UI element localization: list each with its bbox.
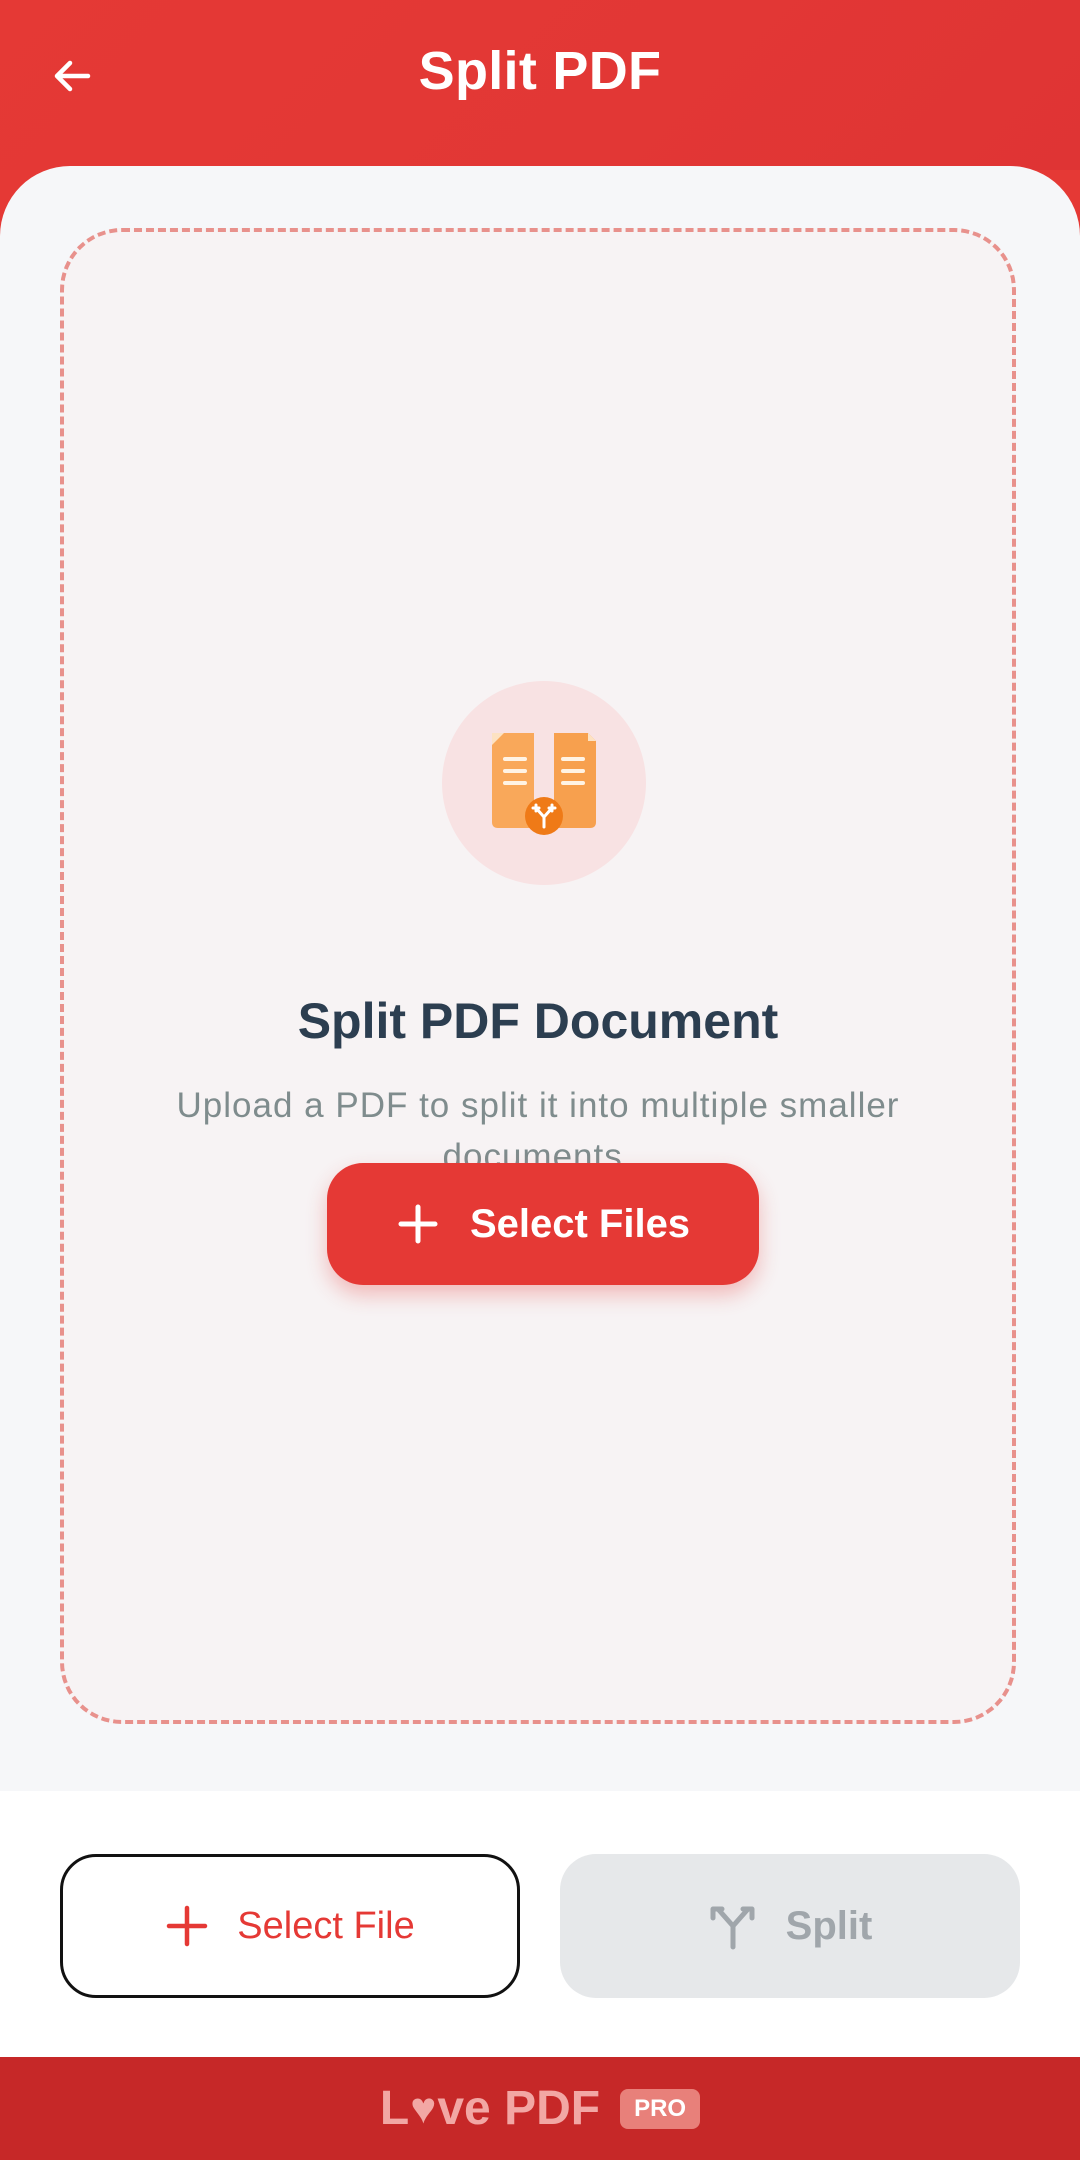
plus-icon — [167, 1905, 208, 1947]
bottom-action-bar: Select File Split — [0, 1791, 1080, 2057]
heart-icon: ♥ — [410, 2083, 437, 2133]
select-files-label: Select Files — [469, 1201, 691, 1246]
brand-prefix: L — [379, 2082, 410, 2135]
app-header: Split PDF — [0, 0, 1080, 170]
pro-badge: PRO — [620, 2088, 701, 2129]
brand-logo: L ♥ ve PDF — [380, 2081, 600, 2136]
split-icon — [710, 1906, 755, 1950]
main-content: Split PDF Document Upload a PDF to split… — [0, 166, 1080, 1791]
select-file-label: Select File — [237, 1904, 415, 1947]
app-footer: L ♥ ve PDF PRO — [0, 2057, 1080, 2160]
split-document-icon — [492, 733, 596, 835]
plus-icon — [398, 1204, 438, 1244]
icon-circle — [442, 681, 646, 885]
select-file-button[interactable]: Select File — [60, 1854, 520, 1998]
split-label: Split — [785, 1903, 873, 1948]
brand-suffix: ve PDF — [437, 2082, 601, 2135]
file-drop-zone[interactable]: Split PDF Document Upload a PDF to split… — [60, 228, 1016, 1724]
upload-title: Split PDF Document — [297, 993, 779, 1049]
split-button[interactable]: Split — [560, 1854, 1020, 1998]
select-files-button[interactable]: Select Files — [327, 1163, 759, 1285]
page-title: Split PDF — [418, 41, 662, 101]
